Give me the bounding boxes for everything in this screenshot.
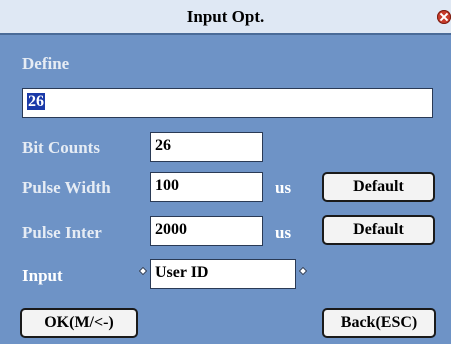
close-icon[interactable] xyxy=(437,10,451,24)
input-label: Input xyxy=(22,266,63,285)
pulse-width-field[interactable]: 100 xyxy=(150,172,263,202)
input-select[interactable]: User ID xyxy=(150,259,296,289)
left-arrow-icon[interactable] xyxy=(138,266,148,276)
pulse-inter-field[interactable]: 2000 xyxy=(150,216,263,246)
define-field[interactable]: 26 xyxy=(22,88,433,118)
bit-counts-field[interactable]: 26 xyxy=(150,132,263,162)
title-bar: Input Opt. xyxy=(0,0,451,35)
pulse-inter-label: Pulse Inter xyxy=(22,223,102,242)
define-label: Define xyxy=(22,54,70,73)
pulse-width-label: Pulse Width xyxy=(22,178,111,197)
define-value: 26 xyxy=(27,93,45,110)
dialog-title: Input Opt. xyxy=(186,7,265,26)
ok-button[interactable]: OK(M/<-) xyxy=(20,308,138,338)
pulse-inter-default-button[interactable]: Default xyxy=(322,215,435,245)
bit-counts-label: Bit Counts xyxy=(22,138,100,157)
pulse-inter-unit: us xyxy=(275,223,292,242)
back-button[interactable]: Back(ESC) xyxy=(322,308,436,338)
pulse-width-default-button[interactable]: Default xyxy=(322,172,435,202)
right-arrow-icon[interactable] xyxy=(298,266,308,276)
input-options-dialog: Input Opt. Define 26 Bit Counts 26 Pulse… xyxy=(0,0,451,344)
pulse-width-unit: us xyxy=(275,178,292,197)
